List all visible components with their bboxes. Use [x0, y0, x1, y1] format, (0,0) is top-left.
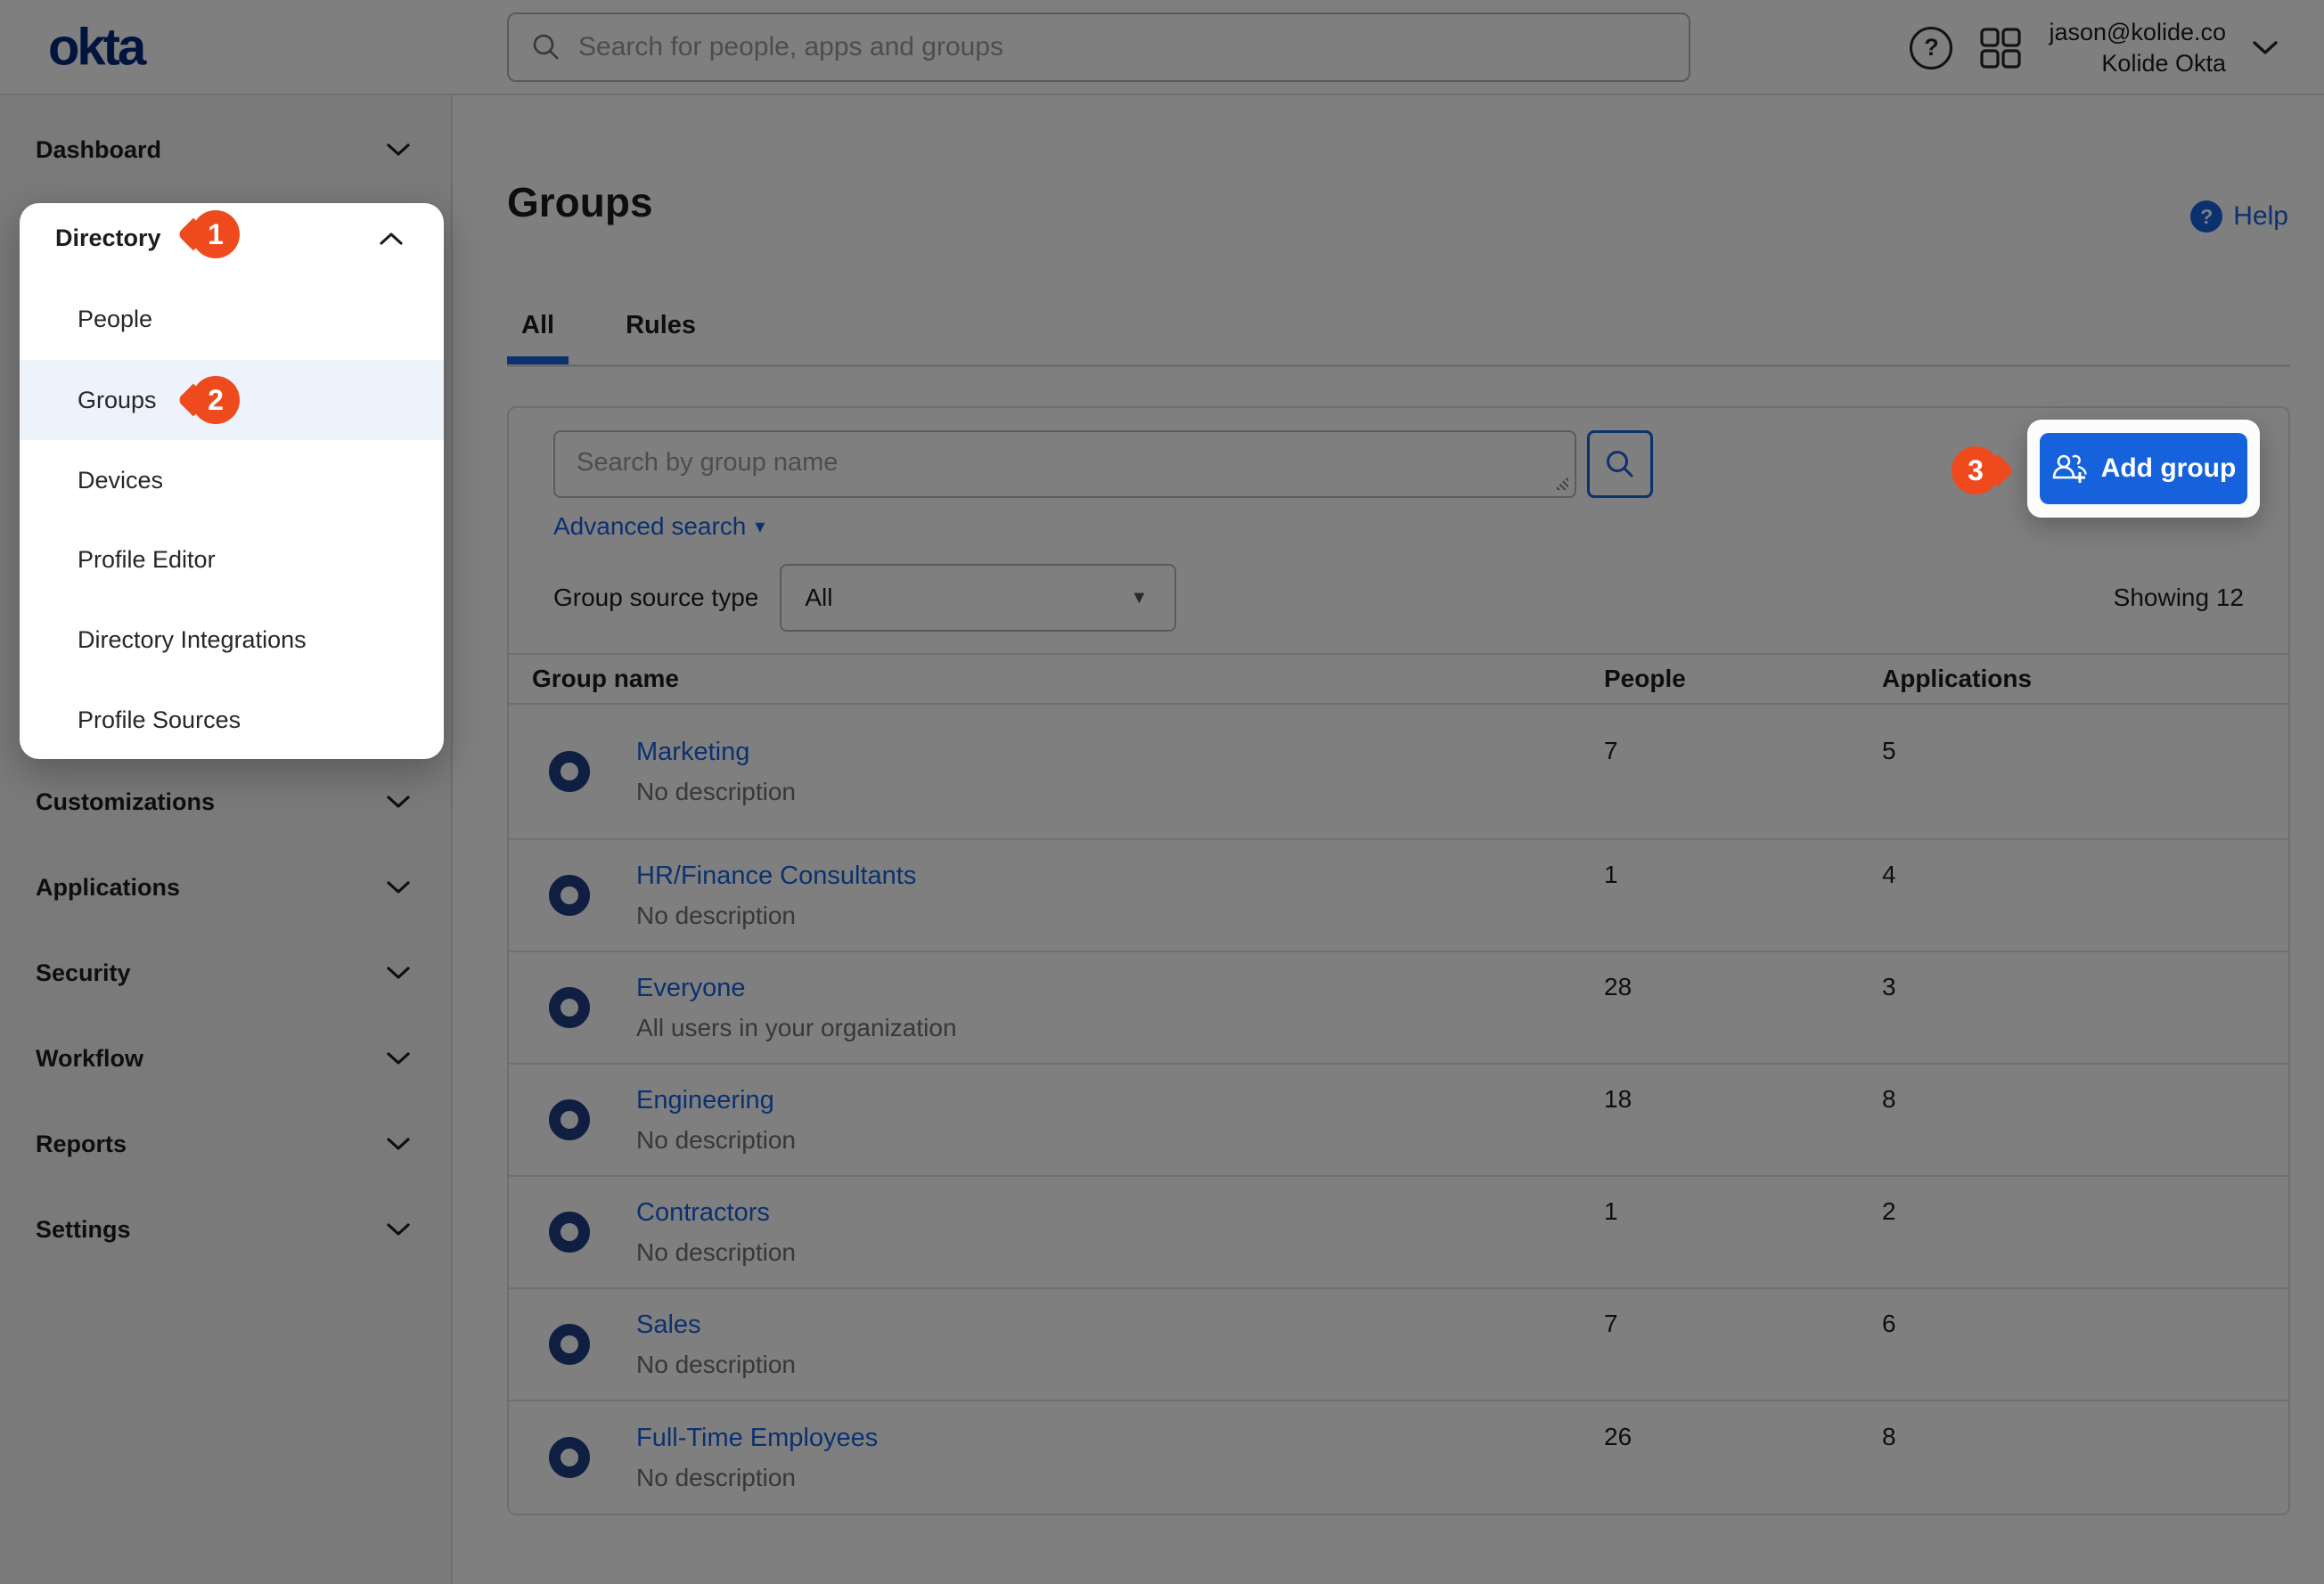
sidebar-item-label: Directory: [55, 224, 161, 251]
sidebar-item-label: Profile Editor: [78, 545, 216, 573]
sidebar-item-devices[interactable]: Devices: [20, 440, 444, 520]
sidebar-item-label: Groups: [78, 386, 157, 413]
sidebar-item-label: People: [78, 305, 153, 332]
sidebar-item-label: Profile Sources: [78, 706, 241, 733]
sidebar-item-profile-sources[interactable]: Profile Sources: [20, 680, 444, 760]
add-group-spotlight: Add group: [2027, 420, 2260, 518]
sidebar-item-label: Devices: [78, 466, 164, 494]
add-group-button[interactable]: Add group: [2040, 433, 2247, 504]
directory-spotlight-popover: Directory People Groups Devices Profile …: [20, 203, 444, 759]
sidebar-item-profile-editor[interactable]: Profile Editor: [20, 519, 444, 600]
step-badge-1: 1: [192, 210, 240, 258]
step-badge-3: 3: [1952, 446, 2000, 494]
chevron-up-icon: [380, 232, 403, 245]
sidebar-item-people[interactable]: People: [20, 279, 444, 359]
add-group-label: Add group: [2100, 453, 2237, 483]
add-group-icon: [2052, 454, 2087, 483]
step-badge-2: 2: [192, 376, 240, 424]
sidebar-item-label: Directory Integrations: [78, 625, 307, 653]
sidebar-item-directory-integrations[interactable]: Directory Integrations: [20, 600, 444, 680]
